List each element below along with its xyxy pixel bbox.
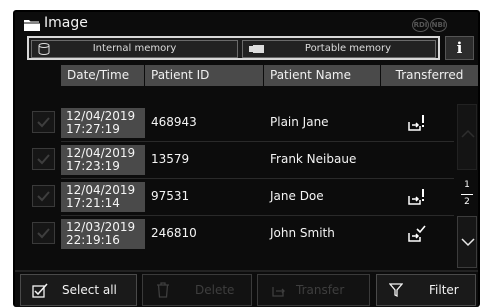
row-checkbox[interactable] xyxy=(32,148,55,170)
export-done-icon xyxy=(408,225,426,242)
row-time: 17:21:14 xyxy=(66,196,120,210)
select-all-label: Select all xyxy=(62,283,117,297)
header-transferred[interactable]: Transferred xyxy=(381,65,478,86)
current-page: 1 xyxy=(464,180,470,190)
row-date-time: 12/04/2019 17:21:14 xyxy=(61,182,145,212)
checkmark-icon xyxy=(37,154,50,165)
row-patient-name: Jane Doe xyxy=(270,189,324,203)
filter-icon xyxy=(389,283,403,298)
internal-memory-tab[interactable]: Internal memory xyxy=(31,40,238,58)
row-date-time: 12/04/2019 17:27:19 xyxy=(61,108,145,138)
header-date-time[interactable]: Date/Time xyxy=(61,65,145,86)
nbi-badge: NBI xyxy=(430,18,447,32)
internal-memory-label: Internal memory xyxy=(92,43,177,54)
chevron-up-icon xyxy=(461,129,475,138)
title-bar: Image RDI NBI xyxy=(15,12,478,36)
memory-selector: Internal memory Portable memory xyxy=(27,36,440,60)
row-checkbox[interactable] xyxy=(32,111,55,133)
table-row[interactable]: 12/04/2019 17:27:19 468943 Plain Jane xyxy=(32,106,454,140)
checkmark-icon xyxy=(37,191,50,202)
portable-memory-label: Portable memory xyxy=(304,43,392,54)
portable-memory-tab[interactable]: Portable memory xyxy=(242,40,436,58)
table-row[interactable]: 12/04/2019 17:23:19 13579 Frank Neibaue xyxy=(32,143,454,177)
row-checkbox[interactable] xyxy=(32,185,55,207)
row-patient-name: Plain Jane xyxy=(270,115,329,129)
table-row[interactable]: 12/04/2019 17:21:14 97531 Jane Doe xyxy=(32,180,454,214)
window-title: Image xyxy=(44,15,88,31)
page-divider xyxy=(461,194,473,195)
row-time: 17:27:19 xyxy=(66,122,120,136)
row-divider xyxy=(61,141,454,142)
row-patient-name: John Smith xyxy=(270,226,335,240)
row-patient-id: 246810 xyxy=(151,226,197,240)
toolbar-divider xyxy=(15,270,478,272)
delete-label: Delete xyxy=(195,283,235,297)
row-divider xyxy=(61,215,454,216)
filter-button[interactable]: Filter xyxy=(376,274,476,306)
transfer-label: Transfer xyxy=(296,283,345,297)
row-patient-name: Frank Neibaue xyxy=(270,152,357,166)
select-all-button[interactable]: Select all xyxy=(20,274,137,306)
checkmark-icon xyxy=(37,228,50,239)
row-patient-id: 97531 xyxy=(151,189,190,203)
rdi-badge: RDI xyxy=(412,18,429,32)
filter-label: Filter xyxy=(429,283,459,297)
export-warning-icon xyxy=(408,189,424,205)
row-checkbox[interactable] xyxy=(32,222,55,244)
table-row[interactable]: 12/03/2019 22:19:16 246810 John Smith xyxy=(32,217,454,251)
transfer-button[interactable]: Transfer xyxy=(257,274,370,306)
trash-icon xyxy=(157,282,169,298)
row-time: 17:23:19 xyxy=(66,159,120,173)
scroll-down-button[interactable] xyxy=(457,216,477,268)
row-time: 22:19:16 xyxy=(66,233,120,247)
header-patient-id[interactable]: Patient ID xyxy=(145,65,264,86)
page-indicator: 1 2 xyxy=(457,172,477,212)
scroll-up-button[interactable] xyxy=(457,104,477,170)
info-button[interactable]: i xyxy=(445,36,474,60)
chevron-down-icon xyxy=(461,238,475,247)
row-date-time: 12/04/2019 17:23:19 xyxy=(61,145,145,175)
folder-icon xyxy=(24,20,40,31)
row-divider xyxy=(61,178,454,179)
checkmark-icon xyxy=(37,117,50,128)
header-patient-name[interactable]: Patient Name xyxy=(264,65,381,86)
export-icon xyxy=(272,287,285,297)
row-patient-id: 13579 xyxy=(151,152,190,166)
row-patient-id: 468943 xyxy=(151,115,197,129)
delete-button[interactable]: Delete xyxy=(142,274,252,306)
total-pages: 2 xyxy=(464,197,470,207)
image-list-window: Image RDI NBI Internal memory Portable m… xyxy=(13,10,480,307)
export-warning-icon xyxy=(408,115,424,131)
row-date-time: 12/03/2019 22:19:16 xyxy=(61,219,145,249)
select-all-icon xyxy=(32,283,48,298)
